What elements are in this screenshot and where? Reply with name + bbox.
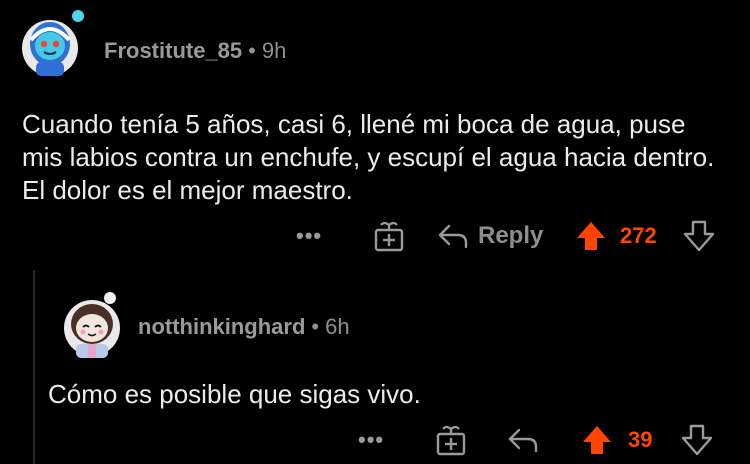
upvote-arrow-icon xyxy=(577,222,605,250)
award-button[interactable] xyxy=(434,423,468,457)
award-button[interactable] xyxy=(372,219,406,253)
gift-icon xyxy=(436,425,466,456)
comment-meta: notthinkinghard • 6h xyxy=(138,314,350,340)
comment-body: Cómo es posible que sigas vivo. xyxy=(48,379,421,409)
snoo-avatar-blue-hood-icon xyxy=(22,10,84,76)
reply-arrow-icon xyxy=(508,428,538,453)
vote-score: 272 xyxy=(620,223,657,248)
downvote-arrow-icon xyxy=(681,424,713,456)
downvote-arrow-icon xyxy=(683,220,715,252)
username[interactable]: notthinkinghard xyxy=(138,314,305,339)
upvote-button[interactable] xyxy=(574,219,608,253)
upvote-button[interactable] xyxy=(580,423,614,457)
upvote-arrow-icon xyxy=(583,426,611,454)
more-options-button[interactable]: ••• xyxy=(358,427,384,453)
more-options-button[interactable]: ••• xyxy=(296,223,322,249)
comment-actions: ••• 39 xyxy=(0,420,750,460)
comment-meta: Frostitute_85 • 9h xyxy=(104,38,286,64)
comment-body: Cuando tenía 5 años, casi 6, llené mi bo… xyxy=(22,109,715,205)
comment-actions: ••• Reply 272 xyxy=(0,216,750,256)
username[interactable]: Frostitute_85 xyxy=(104,38,242,63)
snoo-avatar-brown-hair-icon xyxy=(64,292,120,358)
gift-icon xyxy=(374,221,404,252)
downvote-button[interactable] xyxy=(682,219,716,253)
downvote-button[interactable] xyxy=(680,423,714,457)
vote-score: 39 xyxy=(628,427,653,452)
meta-separator: • xyxy=(311,314,320,339)
reply-arrow-icon xyxy=(438,224,468,249)
reply-button[interactable]: Reply xyxy=(436,221,543,251)
reply-button[interactable] xyxy=(506,425,540,455)
avatar[interactable] xyxy=(22,10,84,76)
meta-separator: • xyxy=(248,38,256,63)
comment-age: 9h xyxy=(261,38,287,63)
reply-label: Reply xyxy=(478,222,544,249)
avatar[interactable] xyxy=(64,290,122,360)
comment-age: 6h xyxy=(325,314,350,339)
